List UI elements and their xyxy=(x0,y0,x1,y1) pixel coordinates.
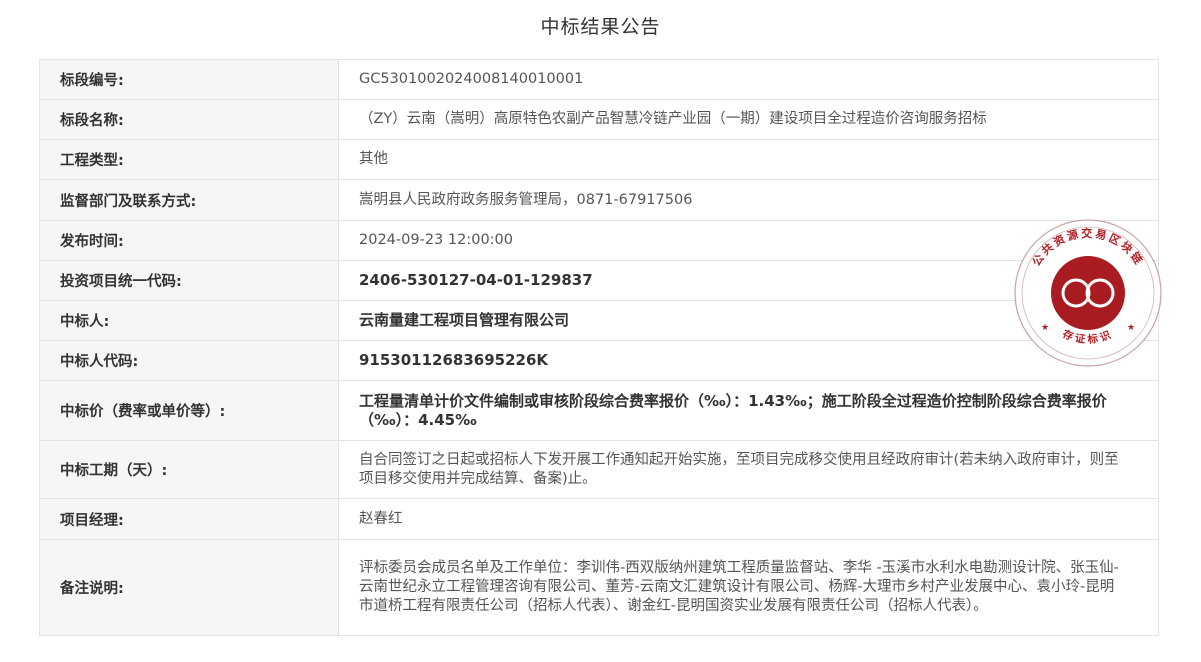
table-row-project-manager: 项目经理: 赵春红 xyxy=(39,498,1159,540)
row-value: 自合同签订之日起或招标人下发开展工作通知起开始实施，至项目完成移交使用且经政府审… xyxy=(338,440,1159,499)
stamp-right-star-icon: ★ xyxy=(1127,323,1135,333)
table-row-section-name: 标段名称: （ZY）云南（嵩明）高原特色农副产品智慧冷链产业园（一期）建设项目全… xyxy=(39,99,1159,140)
table-row-winning-bidder-code: 中标人代码: 91530112683695226K xyxy=(39,340,1159,381)
table-row-section-number: 标段编号: GC5301002024008140010001 xyxy=(39,59,1159,100)
row-value: GC5301002024008140010001 xyxy=(338,59,1159,100)
row-label: 中标人: xyxy=(39,300,339,341)
table-row-winning-price: 中标价（费率或单价等）: 工程量清单计价文件编制或审核阶段综合费率报价（‰）：1… xyxy=(39,380,1159,441)
row-label: 工程类型: xyxy=(39,139,339,180)
table-row-supervision-dept: 监督部门及联系方式: 嵩明县人民政府政务服务管理局，0871-67917506 xyxy=(39,179,1159,221)
row-label: 中标工期（天）: xyxy=(39,440,339,499)
row-label: 标段名称: xyxy=(39,99,339,140)
table-row-publish-time: 发布时间: 2024-09-23 12:00:00 xyxy=(39,220,1159,261)
blockchain-certification-stamp: 公共资源交易区块链 ★ ★ 存证标识 xyxy=(1014,219,1162,367)
table-row-duration: 中标工期（天）: 自合同签订之日起或招标人下发开展工作通知起开始实施，至项目完成… xyxy=(39,440,1159,499)
row-value: （ZY）云南（嵩明）高原特色农副产品智慧冷链产业园（一期）建设项目全过程造价咨询… xyxy=(338,99,1159,140)
row-label: 投资项目统一代码: xyxy=(39,260,339,301)
row-label: 发布时间: xyxy=(39,220,339,261)
row-label: 监督部门及联系方式: xyxy=(39,179,339,221)
row-value: 评标委员会成员名单及工作单位：李训伟-西双版纳州建筑工程质量监督站、李华 -玉溪… xyxy=(338,539,1159,636)
row-value: 工程量清单计价文件编制或审核阶段综合费率报价（‰）：1.43‰；施工阶段全过程造… xyxy=(338,380,1159,441)
row-label: 中标人代码: xyxy=(39,340,339,381)
table-row-remarks: 备注说明: 评标委员会成员名单及工作单位：李训伟-西双版纳州建筑工程质量监督站、… xyxy=(39,539,1159,636)
page-title: 中标结果公告 xyxy=(540,16,661,38)
table-row-winning-bidder: 中标人: 云南量建工程项目管理有限公司 xyxy=(39,300,1159,341)
table-row-investment-code: 投资项目统一代码: 2406-530127-04-01-129837 xyxy=(39,260,1159,301)
row-label: 中标价（费率或单价等）: xyxy=(39,380,339,441)
row-value: 其他 xyxy=(338,139,1159,180)
row-label: 标段编号: xyxy=(39,59,339,100)
notice-table: 标段编号: GC5301002024008140010001 标段名称: （ZY… xyxy=(39,59,1159,636)
table-row-project-type: 工程类型: 其他 xyxy=(39,139,1159,180)
row-value: 赵春红 xyxy=(338,498,1159,540)
row-label: 项目经理: xyxy=(39,498,339,540)
row-label: 备注说明: xyxy=(39,539,339,636)
stamp-left-star-icon: ★ xyxy=(1041,323,1049,333)
row-value: 嵩明县人民政府政务服务管理局，0871-67917506 xyxy=(338,179,1159,221)
